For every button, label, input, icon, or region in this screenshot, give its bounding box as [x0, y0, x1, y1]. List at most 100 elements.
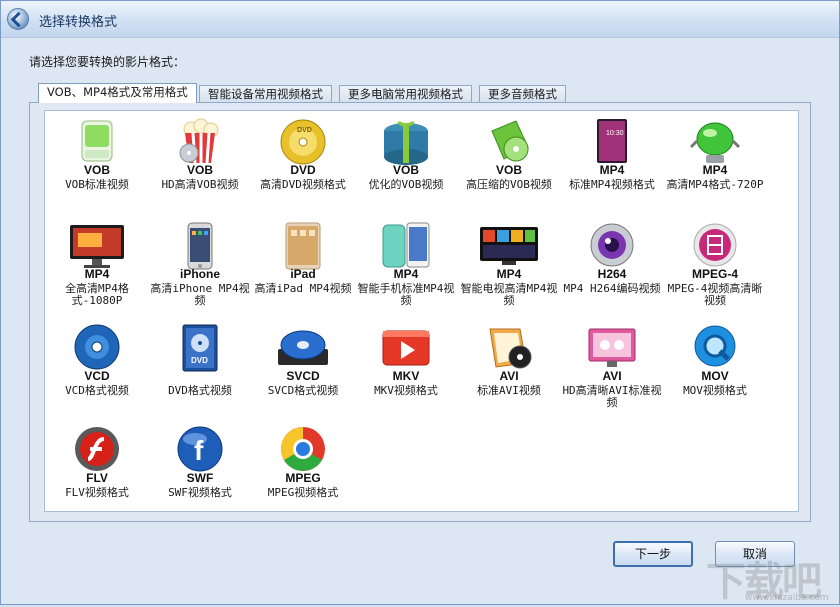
- format-desc: HD高清VOB视频: [161, 178, 239, 191]
- format-name: VOB: [495, 163, 522, 177]
- format-name: SVCD: [286, 369, 320, 383]
- format-prompt: 请选择您要转换的影片格式：: [29, 55, 186, 69]
- format-item-iphone[interactable]: iPhone 高清iPhone MP4视频: [148, 221, 252, 321]
- format-name: MPEG-4: [691, 267, 738, 281]
- facebook-globe-icon: f: [167, 425, 233, 477]
- format-desc: MPEG-4视频高清晰视频: [667, 282, 763, 307]
- format-desc: HD高清晰AVI标准视频: [562, 384, 662, 409]
- format-desc: 标准MP4视频格式: [569, 178, 655, 191]
- format-item-ipad[interactable]: iPad 高清iPad MP4视频: [251, 221, 355, 321]
- format-item-avi-hd[interactable]: AVI HD高清晰AVI标准视频: [560, 323, 664, 423]
- usb-drive-icon: [64, 117, 130, 169]
- format-item-mkv[interactable]: MKV MKV视频格式: [354, 323, 458, 423]
- format-item-vob-optimized[interactable]: VOB 优化的VOB视频: [354, 117, 458, 217]
- next-button[interactable]: 下一步: [613, 541, 693, 567]
- format-desc: MKV视频格式: [374, 384, 438, 397]
- blue-disc-icon: [64, 323, 130, 375]
- format-item-smarttv-mp4[interactable]: MP4 智能电视高清MP4视频: [457, 221, 561, 321]
- format-desc: 高压缩的VOB视频: [466, 178, 552, 191]
- format-desc: MOV视频格式: [683, 384, 747, 397]
- tab-panel: VOB VOB标准视频 VOB HD高清VOB视频 DVD DVD 高清DVD视…: [29, 102, 811, 522]
- format-item-flv[interactable]: FLV FLV视频格式: [45, 425, 149, 525]
- tab-more-pc-video[interactable]: 更多电脑常用视频格式: [339, 85, 472, 102]
- format-item-vob-standard[interactable]: VOB VOB标准视频: [45, 117, 149, 217]
- format-desc: 高清iPad MP4视频: [254, 282, 352, 295]
- format-item-vob-compressed[interactable]: VOB 高压缩的VOB视频: [457, 117, 561, 217]
- format-desc: VCD格式视频: [65, 384, 129, 397]
- format-name: MPEG: [285, 471, 321, 485]
- ipad-icon: [270, 221, 336, 273]
- format-desc: MPEG视频格式: [267, 486, 339, 499]
- avi-screen-icon: [579, 323, 645, 375]
- film-circle-icon: [682, 221, 748, 273]
- photo-disc-icon: [476, 323, 542, 375]
- format-desc: 全高清MP4格式-1080P: [65, 282, 129, 307]
- format-item-mov[interactable]: MOV MOV视频格式: [663, 323, 767, 423]
- format-desc: SWF视频格式: [168, 486, 232, 499]
- format-desc: 标准AVI视频: [477, 384, 541, 397]
- format-desc: 智能电视高清MP4视频: [460, 282, 558, 307]
- svg-text:DVD: DVD: [297, 127, 312, 134]
- dvd-case-icon: DVD: [167, 323, 233, 375]
- disc-drive-icon: [270, 323, 336, 375]
- svg-text:f: f: [194, 435, 204, 466]
- format-item-vob-hd[interactable]: VOB HD高清VOB视频: [148, 117, 252, 217]
- format-name: DVD: [290, 163, 316, 177]
- tab-vob-mp4-common[interactable]: VOB、MP4格式及常用格式: [38, 83, 197, 103]
- phone-screen-icon: 10:30: [579, 117, 645, 169]
- format-name: MP4: [84, 267, 110, 281]
- format-name: H264: [597, 267, 627, 281]
- format-desc: SVCD格式视频: [267, 384, 339, 397]
- monitor-icon: [64, 221, 130, 273]
- iphone-icon: [167, 221, 233, 273]
- green-disc-box-icon: [476, 117, 542, 169]
- format-name: VOB: [186, 163, 213, 177]
- format-item-mp4-1080p[interactable]: MP4 全高清MP4格式-1080P: [45, 221, 149, 321]
- format-name: VCD: [84, 369, 110, 383]
- format-grid: VOB VOB标准视频 VOB HD高清VOB视频 DVD DVD 高清DVD视…: [44, 110, 799, 512]
- format-name: AVI: [602, 369, 622, 383]
- format-name: MP4: [393, 267, 419, 281]
- flash-icon: [64, 425, 130, 477]
- title-bar[interactable]: 选择转换格式: [1, 1, 839, 38]
- format-item-mpeg4[interactable]: MPEG-4 MPEG-4视频高清晰视频: [663, 221, 767, 321]
- format-item-dvd[interactable]: DVD DVD格式视频: [148, 323, 252, 423]
- format-desc: 智能手机标准MP4视频: [357, 282, 455, 307]
- format-desc: MP4 H264编码视频: [563, 282, 661, 295]
- smartphones-icon: [373, 221, 439, 273]
- tab-more-audio[interactable]: 更多音频格式: [479, 85, 566, 102]
- format-select-window: 选择转换格式 请选择您要转换的影片格式： VOB、MP4格式及常用格式 智能设备…: [0, 0, 840, 605]
- format-name: MOV: [701, 369, 729, 383]
- format-name: SWF: [186, 471, 214, 485]
- format-name: MP4: [496, 267, 522, 281]
- format-item-vcd[interactable]: VCD VCD格式视频: [45, 323, 149, 423]
- gold-disc-icon: DVD: [270, 117, 336, 169]
- tab-smart-devices[interactable]: 智能设备常用视频格式: [199, 85, 332, 102]
- format-item-mpeg[interactable]: MPEG MPEG视频格式: [251, 425, 355, 525]
- format-name: MKV: [392, 369, 420, 383]
- window-title: 选择转换格式: [39, 15, 118, 30]
- red-play-icon: [373, 323, 439, 375]
- format-item-dvd-hd[interactable]: DVD DVD 高清DVD视频格式: [251, 117, 355, 217]
- format-item-avi-standard[interactable]: AVI 标准AVI视频: [457, 323, 561, 423]
- format-desc: FLV视频格式: [65, 486, 129, 499]
- format-desc: 高清DVD视频格式: [260, 178, 346, 191]
- format-item-mp4-standard[interactable]: 10:30 MP4 标准MP4视频格式: [560, 117, 664, 217]
- svg-text:DVD: DVD: [191, 356, 208, 365]
- format-item-smartphone-mp4[interactable]: MP4 智能手机标准MP4视频: [354, 221, 458, 321]
- format-name: iPad: [290, 267, 316, 281]
- format-desc: 高清MP4格式-720P: [666, 178, 764, 191]
- format-name: FLV: [86, 471, 108, 485]
- chrome-icon: [270, 425, 336, 477]
- format-item-mp4-720p[interactable]: MP4 高清MP4格式-720P: [663, 117, 767, 217]
- format-name: VOB: [392, 163, 419, 177]
- format-item-svcd[interactable]: SVCD SVCD格式视频: [251, 323, 355, 423]
- format-desc: 优化的VOB视频: [368, 178, 444, 191]
- format-item-swf[interactable]: f SWF SWF视频格式: [148, 425, 252, 525]
- svg-text:10:30: 10:30: [606, 130, 624, 137]
- format-name: MP4: [599, 163, 625, 177]
- format-item-h264[interactable]: H264 MP4 H264编码视频: [560, 221, 664, 321]
- purple-eye-icon: [579, 221, 645, 273]
- gift-box-icon: [373, 117, 439, 169]
- format-desc: VOB标准视频: [65, 178, 129, 191]
